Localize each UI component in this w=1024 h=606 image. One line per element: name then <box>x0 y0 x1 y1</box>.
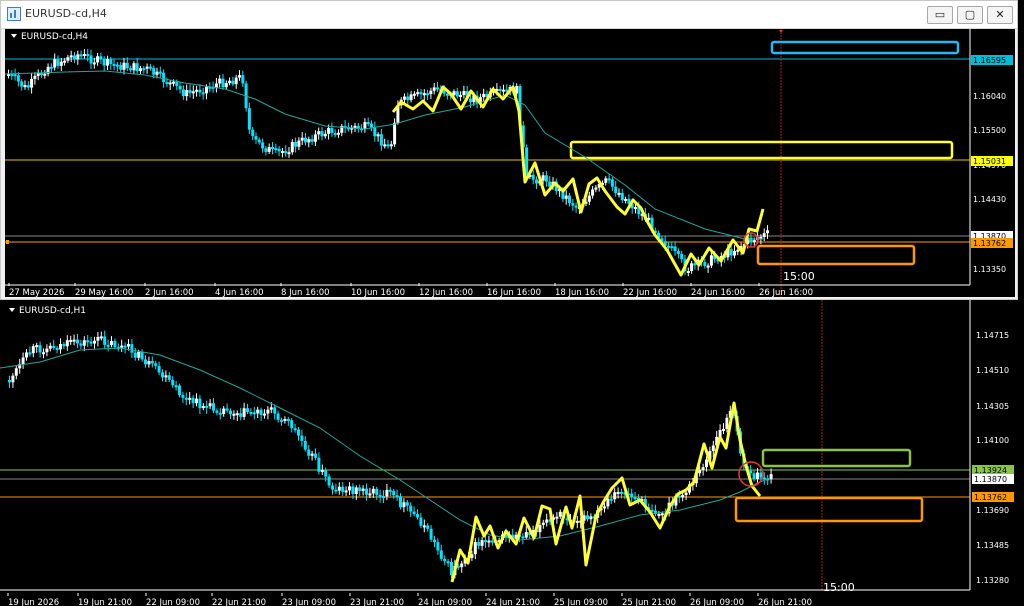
price-tag-label: 1.13870 <box>974 475 1007 484</box>
time-axis-label: 23 Jun 09:00 <box>282 598 336 606</box>
chart-app-icon <box>7 7 21 21</box>
time-axis-label: 26 Jun 09:00 <box>690 598 744 606</box>
price-axis-label: 1.14100 <box>976 436 1009 445</box>
time-axis-label: 2 Jun 16:00 <box>145 288 194 297</box>
time-axis-label: 25 Jun 09:00 <box>554 598 608 606</box>
time-axis-label: 12 Jun 16:00 <box>419 288 473 297</box>
window-title: EURUSD-cd,H4 <box>25 7 107 20</box>
price-axis-label: 1.15500 <box>973 126 1006 135</box>
window-titlebar[interactable]: EURUSD-cd,H4 ▭ ▢ ✕ <box>1 1 1017 29</box>
time-axis-label: 22 Jun 21:00 <box>212 598 266 606</box>
close-button[interactable]: ✕ <box>987 6 1013 24</box>
price-axis-label: 1.14305 <box>976 402 1009 411</box>
h4-chart-label: EURUSD-cd,H4 <box>21 32 88 42</box>
time-axis-label: 19 Jun 21:00 <box>78 598 132 606</box>
price-tag-label: 1.16595 <box>973 56 1006 65</box>
time-axis-label: 27 May 2026 <box>9 288 64 297</box>
price-tag-label: 1.13762 <box>973 239 1006 248</box>
h4-chart-window[interactable]: EURUSD-cd,H4 ▭ ▢ ✕ EURUSD-cd,H4 15:00 1.… <box>0 0 1018 300</box>
time-axis-label: 8 Jun 16:00 <box>281 288 330 297</box>
price-tag-label: 1.13924 <box>974 466 1007 475</box>
h4-time-marker: 15:00 <box>783 270 815 283</box>
price-axis-label: 1.14430 <box>973 195 1006 204</box>
restore-button[interactable]: ▢ <box>957 6 983 24</box>
price-axis-label: 1.13350 <box>973 265 1006 274</box>
time-axis-label: 16 Jun 16:00 <box>487 288 541 297</box>
time-axis-label: 24 Jun 09:00 <box>418 598 472 606</box>
time-axis-label: 10 Jun 16:00 <box>351 288 405 297</box>
time-axis-label: 26 Jun 16:00 <box>759 288 813 297</box>
time-axis-label: 24 Jun 21:00 <box>486 598 540 606</box>
price-axis-label: 1.13485 <box>976 541 1009 550</box>
price-axis-label: 1.16040 <box>973 92 1006 101</box>
price-tag-label: 1.13762 <box>974 493 1007 502</box>
price-axis-label: 1.13280 <box>976 576 1009 585</box>
price-axis-label: 1.13690 <box>976 506 1009 515</box>
h4-chart-canvas[interactable]: EURUSD-cd,H4 15:00 1.160401.155001.14970… <box>5 29 1015 297</box>
price-axis-label: 1.14510 <box>976 366 1009 375</box>
time-axis-label: 25 Jun 21:00 <box>622 598 676 606</box>
time-axis-label: 19 Jun 2026 <box>8 598 59 606</box>
time-axis-label: 22 Jun 16:00 <box>623 288 677 297</box>
h1-time-marker: 15:00 <box>823 581 855 594</box>
time-axis-label: 22 Jun 09:00 <box>146 598 200 606</box>
h1-chart-label: EURUSD-cd,H1 <box>19 306 86 316</box>
time-axis-label: 26 Jun 21:00 <box>758 598 812 606</box>
minimize-button[interactable]: ▭ <box>927 6 953 24</box>
time-axis-label: 29 May 16:00 <box>75 288 133 297</box>
time-axis-label: 23 Jun 21:00 <box>350 598 404 606</box>
price-tag-label: 1.15031 <box>973 157 1006 166</box>
h1-chart-canvas[interactable]: EURUSD-cd,H1 15:00 1.14715 1.14510 1.14305… <box>0 300 1024 606</box>
time-axis-label: 18 Jun 16:00 <box>555 288 609 297</box>
time-axis-label: 24 Jun 16:00 <box>691 288 745 297</box>
time-axis-label: 4 Jun 16:00 <box>215 288 264 297</box>
price-axis-label: 1.14715 <box>976 331 1009 340</box>
